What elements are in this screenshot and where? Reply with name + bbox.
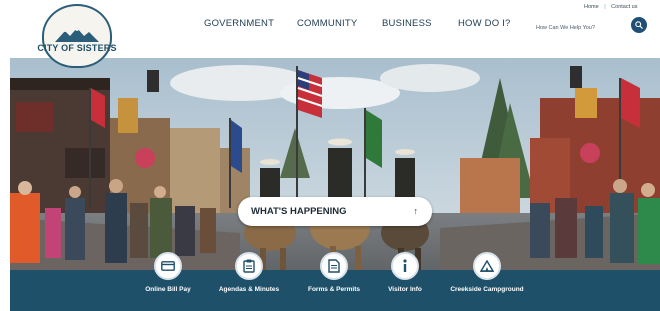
nav-government[interactable]: GOVERNMENT [204, 18, 274, 29]
site-header: CITY OF SISTERS GOVERNMENT COMMUNITY BUS… [0, 0, 660, 68]
tent-icon [473, 252, 501, 280]
search-icon [635, 21, 643, 29]
quick-link-creekside-campground[interactable]: Creekside Campground [437, 252, 537, 293]
quick-link-label: Creekside Campground [450, 286, 524, 293]
hero-photo [10, 58, 660, 280]
clipboard-icon [235, 252, 263, 280]
hero-image: WHAT'S HAPPENING ↑ [10, 58, 660, 280]
logo-name: CITY OF SISTERS [37, 42, 117, 53]
search-button[interactable] [631, 17, 647, 33]
logo-badge: CITY OF SISTERS [37, 4, 116, 68]
nav-how-do-i[interactable]: HOW DO I? [458, 18, 510, 29]
contact-link[interactable]: Contact us [611, 4, 637, 10]
nav-community[interactable]: COMMUNITY [297, 18, 357, 29]
city-logo[interactable]: CITY OF SISTERS [37, 4, 116, 68]
search-input[interactable] [536, 20, 626, 36]
info-icon [391, 252, 419, 280]
whats-happening-label: WHAT'S HAPPENING [251, 206, 347, 217]
nav-business[interactable]: BUSINESS [382, 18, 432, 29]
whats-happening-button[interactable]: WHAT'S HAPPENING ↑ [238, 197, 432, 226]
search-box [536, 16, 626, 36]
utility-separator: | [604, 4, 606, 10]
credit-card-icon [154, 252, 182, 280]
document-icon [320, 252, 348, 280]
home-link[interactable]: Home [584, 4, 599, 10]
utility-links: Home | Contact us [584, 4, 637, 10]
mountains-icon [55, 27, 99, 42]
arrow-up-icon: ↑ [413, 206, 419, 216]
